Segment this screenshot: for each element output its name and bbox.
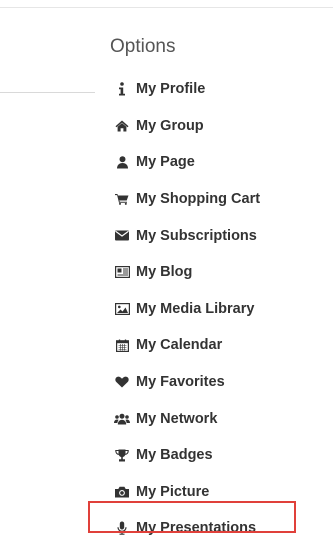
top-divider <box>0 7 333 8</box>
shopping-cart-icon <box>114 191 130 207</box>
menu-item-my-badges[interactable]: My Badges <box>114 437 260 474</box>
calendar-icon <box>114 337 130 353</box>
menu-item-my-subscriptions[interactable]: My Subscriptions <box>114 217 260 254</box>
menu-item-label: My Subscriptions <box>136 227 257 244</box>
users-icon <box>114 411 130 427</box>
menu-item-my-favorites[interactable]: My Favorites <box>114 364 260 401</box>
user-icon <box>114 154 130 170</box>
menu-item-label: My Favorites <box>136 374 225 391</box>
camera-icon <box>114 484 130 500</box>
menu-item-my-group[interactable]: My Group <box>114 108 260 145</box>
menu-item-my-calendar[interactable]: My Calendar <box>114 327 260 364</box>
menu-item-label: My Media Library <box>136 300 255 317</box>
info-icon <box>114 81 130 97</box>
menu-item-label: My Profile <box>136 81 206 98</box>
menu-item-label: My Shopping Cart <box>136 191 261 208</box>
newspaper-icon <box>114 264 130 280</box>
envelope-icon <box>114 228 130 244</box>
menu-item-my-shopping-cart[interactable]: My Shopping Cart <box>114 181 260 218</box>
heart-icon <box>114 374 130 390</box>
menu-item-my-network[interactable]: My Network <box>114 400 260 437</box>
left-divider <box>0 92 95 93</box>
options-heading: Options <box>110 36 176 57</box>
image-icon <box>114 301 130 317</box>
menu-item-my-page[interactable]: My Page <box>114 144 260 181</box>
menu-item-label: My Blog <box>136 264 193 281</box>
menu-item-my-blog[interactable]: My Blog <box>114 254 260 291</box>
menu-item-label: My Network <box>136 410 218 427</box>
options-menu: My Profile My Group My Page My Shopping … <box>114 71 260 547</box>
menu-item-label: My Picture <box>136 483 210 500</box>
home-icon <box>114 118 130 134</box>
trophy-icon <box>114 447 130 463</box>
menu-item-label: My Page <box>136 154 195 171</box>
menu-item-label: My Calendar <box>136 337 223 354</box>
menu-item-my-profile[interactable]: My Profile <box>114 71 260 108</box>
menu-item-my-media-library[interactable]: My Media Library <box>114 291 260 328</box>
menu-item-label: My Badges <box>136 447 213 464</box>
highlight-box <box>88 501 296 533</box>
menu-item-label: My Group <box>136 117 204 134</box>
